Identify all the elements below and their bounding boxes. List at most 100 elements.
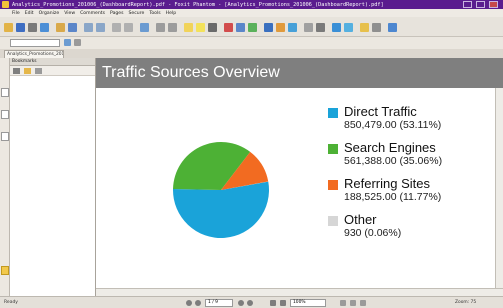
help-icon[interactable] xyxy=(388,23,397,32)
menu-pages[interactable]: Pages xyxy=(110,11,124,16)
tab-document[interactable]: Analytics_Promotions_201006_(... xyxy=(4,50,64,58)
typewriter-icon[interactable] xyxy=(208,23,217,32)
pencil-icon[interactable] xyxy=(276,23,285,32)
menu-bar: File Edit Organize View Comments Pages S… xyxy=(0,9,503,17)
select-tool-icon[interactable] xyxy=(68,23,77,32)
zoom-out-icon[interactable] xyxy=(96,23,105,32)
expand-bookmark-icon[interactable] xyxy=(13,68,20,74)
sign-icon[interactable] xyxy=(332,23,341,32)
menu-help[interactable]: Help xyxy=(166,11,176,16)
zoom-level-text: Zoom: 75 xyxy=(455,300,477,305)
menu-edit[interactable]: Edit xyxy=(25,11,34,16)
page-number-input[interactable]: 1 / 9 xyxy=(205,299,233,307)
legend-swatch xyxy=(328,216,338,226)
zoom-out-button[interactable] xyxy=(270,300,276,306)
attachments-panel-icon[interactable] xyxy=(1,266,9,275)
window-titlebar: Analytics_Promotions_201006_(DashboardRe… xyxy=(0,0,503,9)
legend-value: 561,388.00 (35.06%) xyxy=(344,155,443,167)
redo-icon[interactable] xyxy=(124,23,133,32)
shapes-icon[interactable] xyxy=(288,23,297,32)
maximize-button[interactable] xyxy=(476,1,485,8)
report-banner: Traffic Sources Overview xyxy=(96,58,503,88)
find-input[interactable] xyxy=(10,39,60,47)
report-title: Traffic Sources Overview xyxy=(102,64,280,81)
form-icon[interactable] xyxy=(344,23,353,32)
legend-item-referring-sites: Referring Sites 188,525.00 (11.77%) xyxy=(328,176,498,212)
rotate-icon[interactable] xyxy=(168,23,177,32)
find-options-icon[interactable] xyxy=(74,39,81,46)
zoom-in-button[interactable] xyxy=(280,300,286,306)
legend-item-other: Other 930 (0.06%) xyxy=(328,212,498,248)
layers-panel-icon[interactable] xyxy=(1,132,9,141)
document-tabs: Analytics_Promotions_201006_(... xyxy=(0,49,503,58)
image-icon[interactable] xyxy=(248,23,257,32)
menu-tools[interactable]: Tools xyxy=(149,11,160,16)
horizontal-scrollbar[interactable] xyxy=(96,288,503,296)
save-icon[interactable] xyxy=(16,23,25,32)
main-toolbar xyxy=(0,17,503,37)
fit-page-icon[interactable] xyxy=(156,23,165,32)
vertical-scrollbar[interactable] xyxy=(495,88,503,288)
last-page-button[interactable] xyxy=(247,300,253,306)
menu-file[interactable]: File xyxy=(12,11,20,16)
legend-value: 850,479.00 (53.11%) xyxy=(344,119,442,131)
status-bar: Ready 1 / 9 100% Zoom: 75 xyxy=(0,296,503,308)
legend-swatch xyxy=(328,144,338,154)
legend-label: Other xyxy=(344,212,377,227)
measure-icon[interactable] xyxy=(304,23,313,32)
legend-label: Referring Sites xyxy=(344,176,430,191)
menu-comments[interactable]: Comments xyxy=(80,11,105,16)
email-icon[interactable] xyxy=(40,23,49,32)
hand-tool-icon[interactable] xyxy=(56,23,65,32)
delete-bookmark-icon[interactable] xyxy=(35,68,42,74)
open-icon[interactable] xyxy=(4,23,13,32)
legend-label: Direct Traffic xyxy=(344,104,417,119)
find-next-icon[interactable] xyxy=(64,39,71,46)
next-page-button[interactable] xyxy=(238,300,244,306)
legend-label: Search Engines xyxy=(344,140,436,155)
minimize-button[interactable] xyxy=(463,1,472,8)
new-bookmark-icon[interactable] xyxy=(24,68,31,74)
app-icon xyxy=(2,1,9,8)
legend-value: 930 (0.06%) xyxy=(344,227,402,239)
previous-page-button[interactable] xyxy=(195,300,201,306)
bookmarks-panel-icon[interactable] xyxy=(1,88,9,97)
search-icon[interactable] xyxy=(140,23,149,32)
secondary-toolbar xyxy=(0,37,503,49)
zoom-in-icon[interactable] xyxy=(84,23,93,32)
export-icon[interactable] xyxy=(360,23,369,32)
document-view[interactable]: Traffic Sources Overview Direct Traffic … xyxy=(96,58,503,296)
menu-secure[interactable]: Secure xyxy=(129,11,145,16)
text-box-icon[interactable] xyxy=(264,23,273,32)
undo-icon[interactable] xyxy=(112,23,121,32)
legend-item-search-engines: Search Engines 561,388.00 (35.06%) xyxy=(328,140,498,176)
facing-view-button[interactable] xyxy=(360,300,366,306)
legend-swatch xyxy=(328,180,338,190)
legend-swatch xyxy=(328,108,338,118)
pie-chart xyxy=(173,142,269,238)
attach-icon[interactable] xyxy=(316,23,325,32)
menu-view[interactable]: View xyxy=(64,11,75,16)
legend-value: 188,525.00 (11.77%) xyxy=(344,191,442,203)
navigation-panel-strip xyxy=(0,58,10,296)
highlight-icon[interactable] xyxy=(196,23,205,32)
continuous-view-button[interactable] xyxy=(350,300,356,306)
first-page-button[interactable] xyxy=(186,300,192,306)
comment-icon[interactable] xyxy=(184,23,193,32)
bookmarks-toolbar xyxy=(10,66,95,76)
chart-legend: Direct Traffic 850,479.00 (53.11%) Searc… xyxy=(328,104,498,248)
pages-panel-icon[interactable] xyxy=(1,110,9,119)
link-icon[interactable] xyxy=(236,23,245,32)
status-text: Ready xyxy=(4,300,18,305)
legend-item-direct-traffic: Direct Traffic 850,479.00 (53.11%) xyxy=(328,104,498,140)
bookmarks-panel: Bookmarks xyxy=(10,58,96,296)
zoom-select[interactable]: 100% xyxy=(290,299,326,307)
window-title: Analytics_Promotions_201006_(DashboardRe… xyxy=(12,1,384,8)
stamp-icon[interactable] xyxy=(224,23,233,32)
close-button[interactable] xyxy=(489,1,498,8)
pie-slice-direct-traffic xyxy=(173,181,269,238)
single-page-view-button[interactable] xyxy=(340,300,346,306)
settings-icon[interactable] xyxy=(372,23,381,32)
print-icon[interactable] xyxy=(28,23,37,32)
menu-organize[interactable]: Organize xyxy=(39,11,60,16)
